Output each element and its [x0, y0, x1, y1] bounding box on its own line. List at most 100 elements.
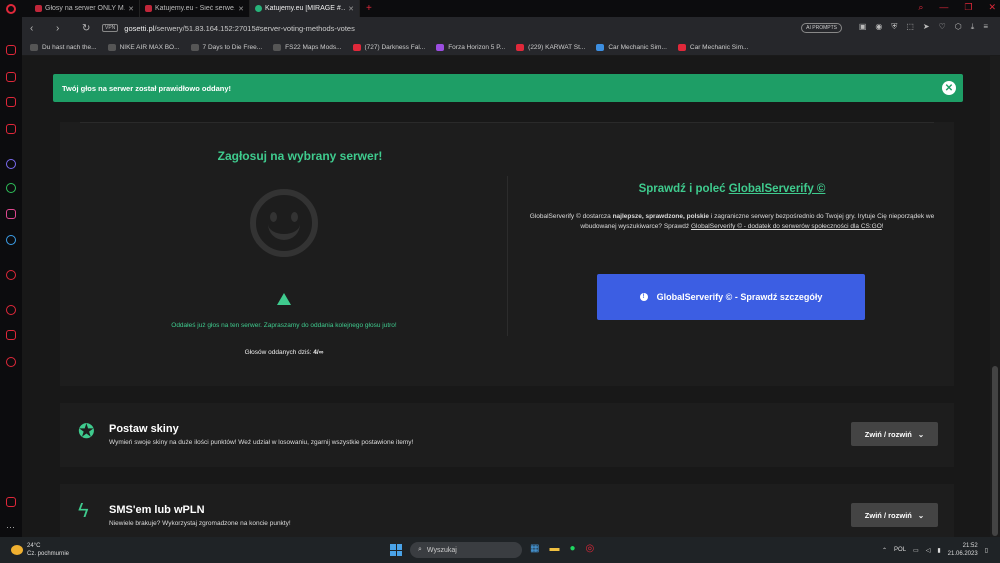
tab-2[interactable]: Katujemy.eu - Sieć serwe… ✕ — [140, 0, 250, 17]
speed-dial-icon[interactable] — [6, 45, 16, 55]
bookmark-item[interactable]: FS22 Maps Mods... — [273, 43, 342, 51]
spotify-icon[interactable]: ● — [569, 543, 575, 554]
store-icon[interactable]: ▦ — [530, 543, 539, 554]
back-icon[interactable]: ‹ — [30, 23, 46, 34]
tab-close-icon[interactable]: ✕ — [128, 5, 134, 13]
notifications-icon[interactable]: ▯ — [985, 547, 988, 554]
gs-title-prefix: Sprawdź i poleć — [638, 183, 726, 195]
gs-desc-link[interactable]: GlobalServerify © - dodatek do serwerów … — [691, 223, 882, 230]
url-path: /serwery/51.83.164.152:27015#server-voti… — [154, 23, 355, 33]
toggle-label: Zwiń / rozwiń — [864, 429, 912, 439]
windows-taskbar: 24°C Cz. pochmurnie ⌕ Wyszukaj ▦ ▬ ● ◎ ⌃… — [0, 537, 1000, 563]
bookmark-item[interactable]: 7 Days to Die Free... — [190, 43, 262, 51]
bookmark-item[interactable]: Car Mechanic Sim... — [677, 43, 748, 51]
bookmark-item[interactable]: (229) KARWAT St... — [516, 43, 586, 51]
tab-1[interactable]: Głosy na serwer ONLY M… ✕ — [30, 0, 140, 17]
tray-chevron-up-icon[interactable]: ⌃ — [882, 547, 887, 554]
minimize-button[interactable]: — — [939, 2, 948, 13]
menu-icon[interactable]: ≡ — [983, 22, 988, 32]
collapse-toggle-button[interactable]: Zwiń / rozwiń ⌄ — [851, 422, 938, 446]
weather-widget[interactable]: 24°C Cz. pochmurnie — [11, 542, 69, 558]
bookmark-icon — [107, 43, 116, 51]
shopping-icon[interactable] — [6, 72, 16, 82]
tab-favicon-icon — [255, 5, 262, 12]
twitch-icon[interactable] — [6, 97, 16, 107]
file-explorer-icon[interactable]: ▬ — [549, 543, 559, 554]
opera-logo-icon[interactable] — [0, 0, 22, 17]
bookmark-icon — [677, 43, 686, 51]
close-window-button[interactable]: ✕ — [988, 2, 996, 13]
gallery-icon[interactable] — [6, 497, 16, 507]
twitter-icon[interactable] — [6, 235, 16, 245]
bookmark-label: Du hast nach the... — [42, 43, 97, 51]
skins-card: ✪ Postaw skiny Wymień swoje skiny na duż… — [60, 403, 954, 467]
scrollbar-thumb[interactable] — [992, 366, 998, 536]
gs-desc-bold: najlepsze, sprawdzone, polskie — [612, 213, 710, 220]
gs-title-link[interactable]: GlobalServerify © — [729, 183, 826, 195]
more-icon[interactable]: ⋯ — [6, 522, 16, 532]
search-tabs-icon[interactable]: ⌕ — [918, 2, 923, 13]
whatsapp-icon[interactable] — [6, 183, 16, 193]
messenger-icon[interactable] — [6, 159, 16, 169]
collapse-toggle-button[interactable]: Zwiń / rozwiń ⌄ — [851, 503, 938, 527]
ai-prompts-button[interactable]: AI PROMPTS — [801, 23, 842, 33]
bookmark-item[interactable]: NIKE AIR MAX BO... — [107, 43, 180, 51]
forward-icon[interactable]: › — [56, 23, 72, 34]
download-icon[interactable]: ⤓ — [971, 22, 975, 32]
tab-close-icon[interactable]: ✕ — [348, 5, 354, 13]
battery-icon[interactable]: ▮ — [937, 547, 940, 554]
camera-icon[interactable]: ◉ — [875, 22, 882, 32]
cube-icon[interactable] — [6, 330, 16, 340]
award-ribbon-icon: ✪ — [78, 421, 95, 443]
panel-divider — [507, 176, 508, 336]
votes-today: Głosów oddanych dziś: 4/∞ — [44, 349, 524, 356]
heart-icon[interactable]: ♡ — [939, 22, 946, 32]
maximize-button[interactable]: ❐ — [964, 2, 972, 13]
tab-3-active[interactable]: Katujemy.eu [MIRAGE #… ✕ — [250, 0, 360, 17]
smiley-icon — [250, 189, 318, 257]
tab-title: Katujemy.eu - Sieć serwe… — [155, 5, 236, 12]
bookmark-label: (727) Darkness Fal... — [364, 43, 426, 51]
card-title: SMS'em lub wPLN — [109, 504, 205, 516]
pin-icon[interactable]: ⬚ — [906, 22, 914, 32]
instagram-icon[interactable] — [6, 124, 16, 134]
page-scrollbar[interactable] — [990, 56, 1000, 537]
extension-icon[interactable]: ▣ — [859, 22, 867, 32]
start-button[interactable] — [390, 544, 402, 556]
language-indicator[interactable]: POL — [894, 547, 906, 553]
settings-icon[interactable] — [6, 357, 16, 367]
player-icon[interactable] — [6, 270, 16, 280]
vpn-badge[interactable]: VPN — [102, 24, 119, 32]
clock[interactable]: 21:52 21.06.2023 — [948, 542, 978, 558]
globalserverify-description: GlobalServerify © dostarcza najlepsze, s… — [527, 212, 937, 232]
send-icon[interactable]: ➤ — [923, 22, 930, 32]
smiley-mouth — [268, 222, 300, 240]
window-controls: ⌕ — ❐ ✕ — [918, 2, 996, 13]
history-icon[interactable] — [6, 305, 16, 315]
lightning-icon: ϟ — [78, 500, 89, 522]
url-field[interactable]: gosetti.pl/serwery/51.83.164.152:27015#s… — [124, 24, 355, 33]
network-icon[interactable]: ▭ — [913, 547, 919, 554]
instagram-icon[interactable] — [6, 209, 16, 219]
bookmark-item[interactable]: Du hast nach the... — [30, 43, 97, 51]
address-bar-row: ‹ › ↻ VPN gosetti.pl/serwery/51.83.164.1… — [0, 17, 1000, 39]
tab-close-icon[interactable]: ✕ — [238, 5, 244, 13]
bookmark-item[interactable]: (727) Darkness Fal... — [352, 43, 426, 51]
volume-icon[interactable]: ◁ — [926, 547, 931, 554]
clock-date: 21.06.2023 — [947, 551, 978, 557]
reload-icon[interactable]: ↻ — [82, 23, 98, 34]
bookmark-label: NIKE AIR MAX BO... — [119, 43, 180, 51]
taskbar-search[interactable]: ⌕ Wyszukaj — [410, 542, 522, 558]
bookmark-item[interactable]: Forza Horizon 5 P... — [436, 43, 505, 51]
opera-gx-icon[interactable]: ◎ — [586, 543, 595, 554]
bookmark-item[interactable]: Car Mechanic Sim... — [596, 43, 667, 51]
bookmark-label: (229) KARWAT St... — [528, 43, 586, 51]
cube-icon[interactable]: ⬡ — [955, 22, 962, 32]
new-tab-button[interactable]: + — [366, 3, 372, 14]
alert-close-icon[interactable]: ✕ — [942, 81, 956, 95]
bookmarks-bar: Du hast nach the... NIKE AIR MAX BO... 7… — [0, 39, 1000, 56]
globalserverify-details-button[interactable]: ! GlobalServerify © - Sprawdź szczegóły — [597, 274, 865, 320]
shield-icon[interactable]: ⛨ — [891, 22, 897, 32]
bookmark-icon — [273, 43, 282, 51]
gs-desc-text: GlobalServerify © dostarcza — [529, 213, 611, 220]
